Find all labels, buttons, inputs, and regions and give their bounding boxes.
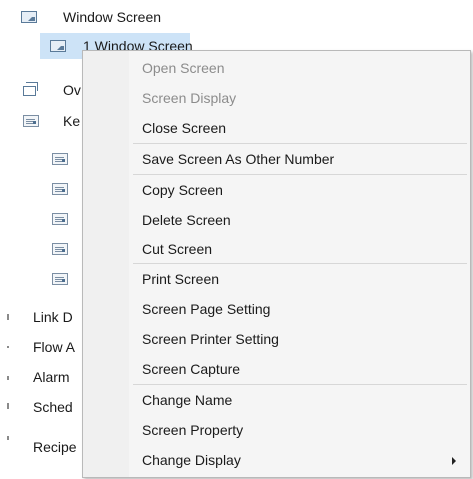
menu-item-label: Open Screen: [142, 60, 225, 76]
menu-item-delete-screen[interactable]: Delete Screen: [83, 205, 470, 235]
menu-item-change-name[interactable]: Change Name: [83, 385, 470, 415]
keypad-screen-icon: [52, 183, 68, 195]
tree-item-label: Window Screen: [63, 9, 162, 25]
keypad-screen-icon: [52, 153, 68, 165]
keypad-screen-icon: [23, 115, 39, 127]
menu-item-label: Screen Page Setting: [142, 301, 271, 317]
menu-item-label: Cut Screen: [142, 241, 213, 257]
menu-item-save-as-other-number[interactable]: Save Screen As Other Number: [83, 144, 470, 174]
menu-item-label: Change Name: [142, 392, 233, 408]
tree-branch-mark: [7, 403, 9, 409]
menu-item-label: Change Display: [142, 452, 241, 468]
tree-item-label: Recipe: [33, 439, 77, 455]
menu-item-label: Screen Printer Setting: [142, 331, 279, 347]
tree-item-keypad-child[interactable]: [0, 176, 82, 202]
tree-item-recipe[interactable]: Recipe: [0, 424, 82, 458]
menu-item-label: Screen Display: [142, 90, 237, 106]
tree-branch-mark: [7, 436, 9, 440]
tree-branch-mark: [7, 314, 9, 320]
tree-item-label: Flow A: [33, 339, 76, 355]
tree-item-keypad-child[interactable]: [0, 146, 82, 172]
menu-item-screen-printer-setting[interactable]: Screen Printer Setting: [83, 324, 470, 354]
menu-item-close-screen[interactable]: Close Screen: [83, 113, 470, 143]
menu-item-screen-capture[interactable]: Screen Capture: [83, 354, 470, 384]
window-screen-icon: [21, 11, 37, 23]
tree-branch-mark: [7, 346, 9, 348]
keypad-screen-icon: [52, 243, 68, 255]
tree-item-overlap[interactable]: Ov: [0, 77, 82, 103]
tree-item-label: Ov: [63, 82, 81, 98]
menu-item-change-display[interactable]: Change Display: [83, 445, 470, 475]
menu-item-screen-property[interactable]: Screen Property: [83, 415, 470, 445]
tree-item-window-screen[interactable]: Window Screen: [0, 4, 300, 30]
tree-item-alarm[interactable]: Alarm: [0, 364, 82, 390]
menu-item-label: Delete Screen: [142, 212, 231, 228]
keypad-screen-icon: [52, 273, 68, 285]
menu-item-label: Screen Capture: [142, 361, 241, 377]
tree-branch-mark: [7, 376, 9, 380]
tree-item-keypad-child[interactable]: [0, 206, 82, 232]
context-menu: Open Screen Screen Display Close Screen …: [82, 50, 471, 478]
tree-item-label: Ke: [63, 113, 81, 129]
menu-item-label: Copy Screen: [142, 182, 223, 198]
menu-item-open-screen[interactable]: Open Screen: [83, 53, 470, 83]
keypad-screen-icon: [52, 213, 68, 225]
menu-item-label: Print Screen: [142, 271, 220, 287]
tree-item-keypad[interactable]: Ke: [0, 108, 82, 134]
tree-item-label: Alarm: [33, 369, 70, 385]
tree-item-label: Link D: [33, 309, 73, 325]
tree-item-schedule[interactable]: Sched: [0, 394, 82, 420]
menu-item-label: Save Screen As Other Number: [142, 151, 335, 167]
menu-item-label: Close Screen: [142, 120, 227, 136]
tree-item-keypad-child[interactable]: [0, 266, 82, 292]
overlap-window-icon: [23, 82, 38, 96]
tree-item-label: Sched: [33, 399, 73, 415]
submenu-arrow-icon: [452, 457, 456, 465]
menu-item-screen-page-setting[interactable]: Screen Page Setting: [83, 294, 470, 324]
menu-item-label: Screen Property: [142, 422, 244, 438]
tree-item-link[interactable]: Link D: [0, 304, 82, 330]
tree-item-flow[interactable]: Flow A: [0, 334, 82, 360]
menu-item-print-screen[interactable]: Print Screen: [83, 264, 470, 294]
tree-item-keypad-child[interactable]: [0, 236, 82, 262]
menu-item-screen-display[interactable]: Screen Display: [83, 83, 470, 113]
menu-item-cut-screen[interactable]: Cut Screen: [83, 234, 470, 264]
window-screen-icon: [50, 40, 66, 52]
menu-item-copy-screen[interactable]: Copy Screen: [83, 175, 470, 205]
